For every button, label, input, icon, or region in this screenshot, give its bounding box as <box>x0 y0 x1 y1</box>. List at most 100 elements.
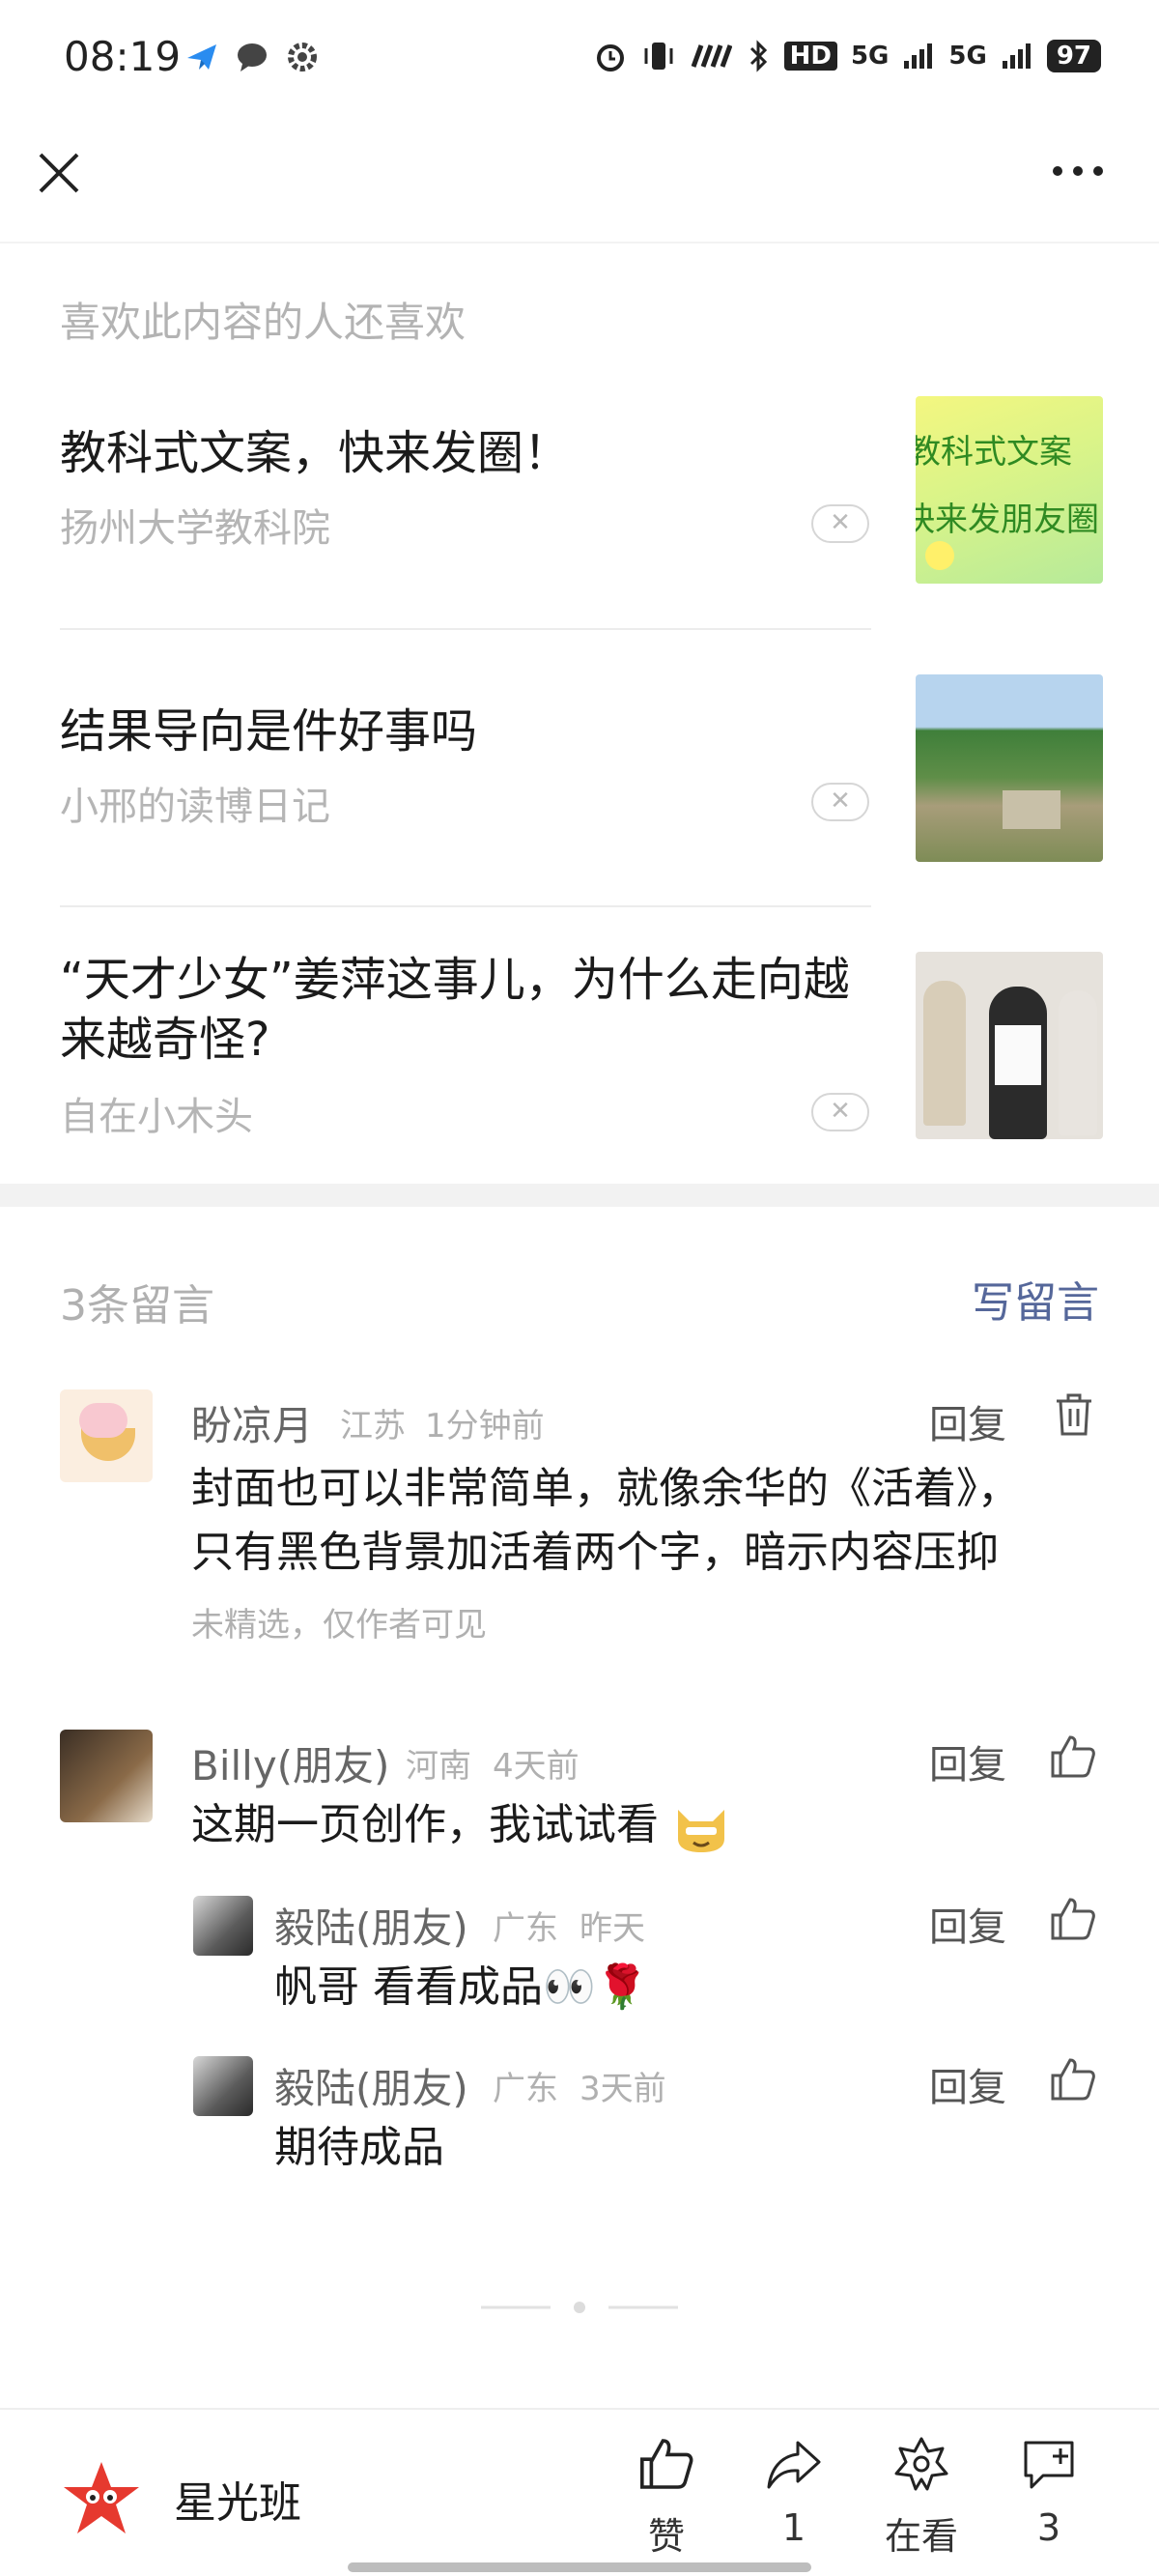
reply-item: 毅陆(朋友) 广东 昨天 回复 帆哥 看看成品👀🌹 <box>0 1896 1159 2012</box>
account-logo-icon[interactable] <box>60 2458 143 2541</box>
share-action[interactable]: 1 <box>746 2435 842 2549</box>
like-action[interactable]: 赞 <box>618 2435 715 2560</box>
reply-button[interactable]: 回复 <box>929 1393 1006 1449</box>
thumbnail-text-2: 快来发朋友圈 <box>916 501 1099 539</box>
thumbnail-mannequin-2 <box>1059 990 1097 1135</box>
delete-icon[interactable] <box>1053 1391 1095 1438</box>
recommend-item-source: 小邢的读博日记 <box>60 785 330 829</box>
chat-bubble-icon <box>238 43 267 72</box>
like-label: 赞 <box>647 2515 685 2558</box>
recommend-divider <box>60 628 871 630</box>
comment-text-line: 封面也可以非常简单，就像余华的《活着》， <box>191 1464 1020 1513</box>
reply-text: 期待成品 <box>274 2123 444 2172</box>
recommend-thumbnail <box>916 674 1103 862</box>
recommend-divider <box>60 905 871 907</box>
alarm-icon <box>596 44 624 72</box>
reply-button[interactable]: 回复 <box>929 1733 1006 1789</box>
comment-time: 1分钟前 <box>425 1407 545 1445</box>
section-gap <box>0 1184 1159 1207</box>
comment-item: 盼凉月 江苏 1分钟前 回复 封面也可以非常简单，就像余华的《活着》， 只有黑色… <box>0 1382 1159 1652</box>
flower-decoration <box>925 541 954 570</box>
recommend-item[interactable]: 教科式文案，快来发圈！ 扬州大学教科院 ✕ 教科式文案 快来发朋友圈 <box>60 396 1103 586</box>
comment-text-content: 这期一页创作，我试试看 <box>191 1800 659 1849</box>
recommend-item-title: 结果导向是件好事吗 <box>60 704 478 758</box>
share-icon <box>767 2441 821 2489</box>
watching-star-icon <box>894 2437 948 2491</box>
dismiss-button[interactable]: ✕ <box>811 783 869 821</box>
recommend-item-source: 自在小木头 <box>60 1095 253 1139</box>
recommend-item-title: “天才少女”姜萍这事儿，为什么走向越来越奇怪? <box>60 953 850 1067</box>
avatar[interactable] <box>60 1389 153 1482</box>
vibrate-icon <box>644 43 673 70</box>
comment-note: 未精选，仅作者可见 <box>191 1606 487 1645</box>
avatar[interactable] <box>193 1896 253 1956</box>
system-icons: HD 5G 5G 97 <box>593 39 1101 73</box>
recommend-item[interactable]: “天才少女”姜萍这事儿，为什么走向越来越奇怪? 自在小木头 ✕ <box>60 952 1103 1141</box>
thumbnail-text-1: 教科式文案 <box>916 433 1072 472</box>
reply-button[interactable]: 回复 <box>929 1896 1006 1952</box>
dismiss-button[interactable]: ✕ <box>811 504 869 543</box>
signal-slash-icon <box>691 44 732 68</box>
reply-text: 帆哥 看看成品👀🌹 <box>274 1962 649 2012</box>
status-time: 08:19 <box>64 33 182 80</box>
write-comment-button[interactable]: 写留言 <box>972 1268 1099 1330</box>
cat-emoji-icon <box>678 1810 724 1852</box>
comment-region: 河南 <box>406 1747 471 1786</box>
like-icon[interactable] <box>1049 1733 1097 1780</box>
thumbs-up-icon <box>640 2439 693 2489</box>
reply-author[interactable]: 毅陆(朋友) <box>274 2056 468 2115</box>
thumbnail-mannequin <box>923 981 966 1126</box>
share-count: 1 <box>781 2506 806 2549</box>
comment-author[interactable]: Billy(朋友) <box>191 1733 389 1792</box>
header-divider <box>0 242 1159 243</box>
recommend-thumbnail <box>916 952 1103 1139</box>
comment-text: 这期一页创作，我试试看 <box>191 1793 1060 1857</box>
comment-action[interactable]: 3 <box>1001 2435 1097 2549</box>
comment-time: 4天前 <box>493 1747 580 1786</box>
reply-region: 广东 <box>493 2070 558 2108</box>
bluetooth-icon <box>749 40 767 72</box>
watching-label: 在看 <box>884 2515 958 2558</box>
reply-author[interactable]: 毅陆(朋友) <box>274 1896 468 1955</box>
recommend-item-title: 教科式文案，快来发圈！ <box>60 426 571 480</box>
comment-text-line: 只有黑色背景加活着两个字，暗示内容压抑 <box>191 1528 999 1577</box>
reply-region: 广东 <box>493 1909 558 1948</box>
close-icon[interactable] <box>35 149 83 197</box>
home-indicator[interactable] <box>348 2562 811 2572</box>
comment-item: Billy(朋友) 河南 4天前 回复 这期一页创作，我试试看 <box>0 1730 1159 1855</box>
more-options-icon[interactable] <box>1051 164 1105 178</box>
thumbnail-paper <box>995 1025 1041 1085</box>
thumbnail-building <box>1003 790 1060 829</box>
battery-indicator: 97 <box>1046 40 1101 72</box>
recommend-item-source: 扬州大学教科院 <box>60 506 330 551</box>
settings-gear-icon <box>288 43 317 72</box>
comment-author[interactable]: 盼凉月 <box>191 1393 313 1452</box>
comment-count: 3 <box>1036 2506 1061 2549</box>
page-indicator <box>481 2302 678 2313</box>
avatar-face <box>79 1403 127 1438</box>
cell-signal-icon <box>904 43 933 69</box>
signal-5g-1: 5G <box>850 42 890 71</box>
account-name[interactable]: 星光班 <box>174 2468 301 2530</box>
reply-item: 毅陆(朋友) 广东 3天前 回复 期待成品 <box>0 2056 1159 2172</box>
signal-5g-2: 5G <box>948 42 987 71</box>
avatar[interactable] <box>60 1730 153 1822</box>
comments-count: 3条留言 <box>60 1281 214 1331</box>
like-icon[interactable] <box>1049 2056 1097 2103</box>
comment-region: 江苏 <box>340 1407 406 1445</box>
comment-add-icon <box>1024 2441 1074 2489</box>
avatar[interactable] <box>193 2056 253 2116</box>
notification-icons <box>184 39 321 75</box>
watching-action[interactable]: 在看 <box>873 2435 970 2560</box>
recommend-item[interactable]: 结果导向是件好事吗 小邢的读博日记 ✕ <box>60 674 1103 864</box>
hd-badge: HD <box>783 42 837 71</box>
bottom-action-bar: 星光班 赞 1 在看 3 <box>0 2408 1159 2576</box>
reply-time: 昨天 <box>580 1909 645 1948</box>
top-bar <box>0 126 1159 242</box>
plane-app-icon <box>187 44 216 70</box>
dismiss-button[interactable]: ✕ <box>811 1093 869 1131</box>
recommend-thumbnail: 教科式文案 快来发朋友圈 <box>916 396 1103 584</box>
reply-button[interactable]: 回复 <box>929 2056 1006 2112</box>
status-bar: 08:19 HD 5G 5G 97 <box>0 0 1159 116</box>
like-icon[interactable] <box>1049 1896 1097 1942</box>
